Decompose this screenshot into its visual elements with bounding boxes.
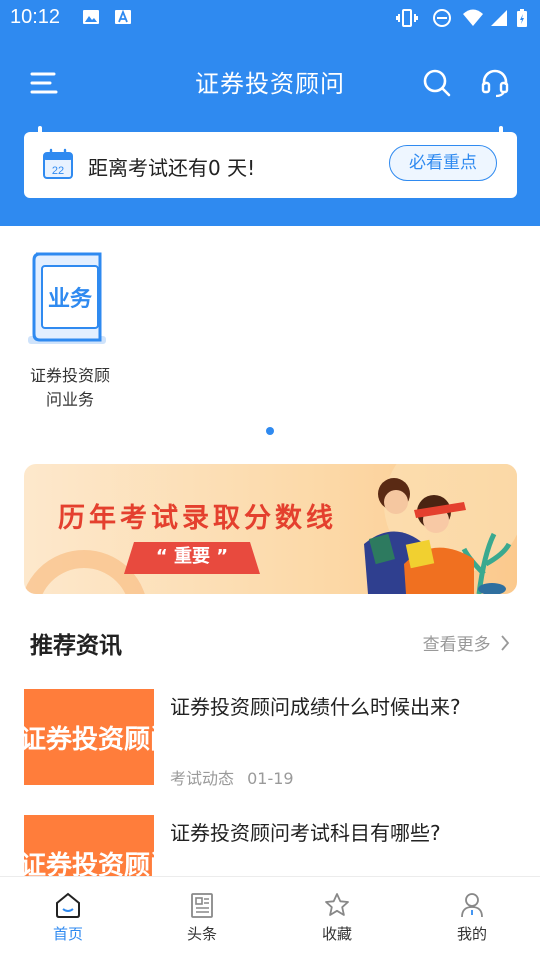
key-points-button[interactable]: 必看重点 (389, 145, 497, 181)
binder-ring (38, 126, 42, 140)
bottom-tab-bar: 首页 头条 收藏 我的 (0, 876, 540, 961)
banner-title: 历年考试录取分数线 (58, 503, 337, 534)
star-icon (325, 893, 349, 916)
cell-signal-icon (491, 10, 507, 26)
do-not-disturb-icon (433, 9, 451, 27)
book-icon: 业务 (24, 250, 116, 350)
user-icon (461, 893, 483, 918)
tab-favorites[interactable]: 收藏 (287, 891, 387, 944)
wifi-icon (463, 9, 483, 26)
binder-ring (499, 126, 503, 140)
category-item-business[interactable]: 业务 证券投资顾 问业务 (24, 250, 116, 412)
tab-home[interactable]: 首页 (18, 891, 118, 944)
important-tag: “ 重要 ” (155, 546, 229, 567)
news-title: 证券投资顾问成绩什么时候出来? (170, 695, 461, 719)
headset-support-icon[interactable] (480, 68, 510, 98)
vibrate-icon (396, 9, 418, 27)
score-line-banner[interactable]: 历年考试录取分数线 “ 重要 ” (24, 464, 517, 594)
news-list-item[interactable]: 证券投资顾问 证券投资顾问成绩什么时候出来? 考试动态 01-19 (24, 689, 517, 789)
category-label: 证券投资顾 问业务 (29, 366, 110, 409)
countdown-text: 距离考试还有0 天! (88, 156, 256, 180)
section-title: 推荐资讯 (30, 633, 122, 659)
page-indicator-dot (266, 427, 274, 435)
calendar-day: 22 (52, 165, 64, 177)
tab-profile[interactable]: 我的 (422, 891, 522, 944)
book-icon-text: 业务 (48, 287, 93, 312)
news-title: 证券投资顾问考试科目有哪些? (170, 821, 441, 845)
chevron-right-icon (501, 635, 510, 651)
battery-icon (517, 9, 527, 27)
news-meta: 考试动态 01-19 (170, 769, 294, 788)
keyboard-notification-icon (115, 9, 131, 24)
image-notification-icon (83, 10, 99, 24)
search-icon[interactable] (422, 68, 452, 98)
view-more-link[interactable]: 查看更多 (423, 630, 510, 655)
status-time: 10:12 (10, 6, 61, 28)
calendar-icon: 22 (43, 148, 73, 179)
newspaper-icon (191, 893, 213, 918)
app-bar: 证券投资顾问 (0, 50, 540, 114)
exam-countdown-card: 22 距离考试还有0 天! 必看重点 (24, 126, 517, 198)
status-bar: 10:12 (0, 0, 540, 36)
tab-headlines[interactable]: 头条 (152, 891, 252, 944)
page-title: 证券投资顾问 (195, 70, 345, 98)
home-icon (56, 892, 80, 918)
news-thumbnail: 证券投资顾问 (24, 689, 154, 785)
